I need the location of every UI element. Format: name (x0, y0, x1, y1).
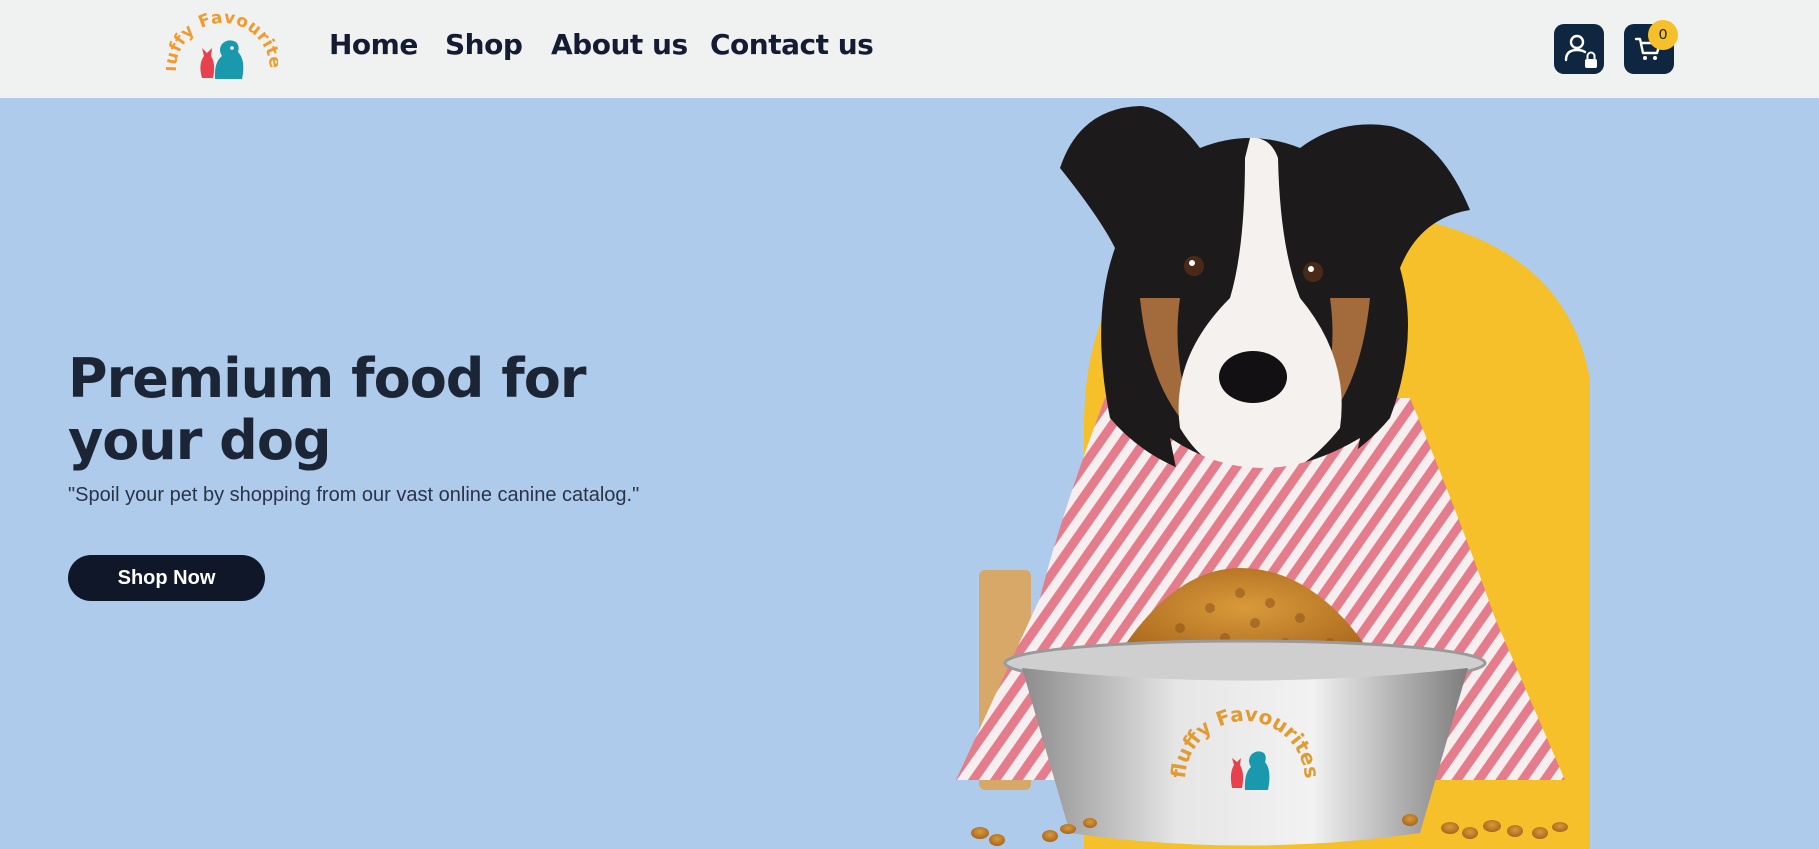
shop-now-button[interactable]: Shop Now (68, 555, 265, 601)
nav-contact-us[interactable]: Contact us (710, 28, 874, 61)
cart-count-badge: 0 (1648, 20, 1678, 50)
user-lock-icon (1564, 34, 1597, 68)
nav-home[interactable]: Home (329, 28, 418, 61)
hero-dog-image: fluffy Favourites (956, 106, 1590, 849)
nav-shop[interactable]: Shop (445, 28, 523, 61)
brand-logo[interactable]: fluffy Favourites (161, 0, 285, 86)
account-button[interactable] (1554, 24, 1604, 74)
nav-about-us[interactable]: About us (551, 28, 688, 61)
hero-subtitle: "Spoil your pet by shopping from our vas… (68, 484, 640, 506)
logo-icon: fluffy Favourites (161, 0, 285, 79)
site-header: fluffy Favourites Home Shop About us Con… (0, 0, 1819, 98)
hero-title: Premium food for your dog (68, 347, 587, 472)
